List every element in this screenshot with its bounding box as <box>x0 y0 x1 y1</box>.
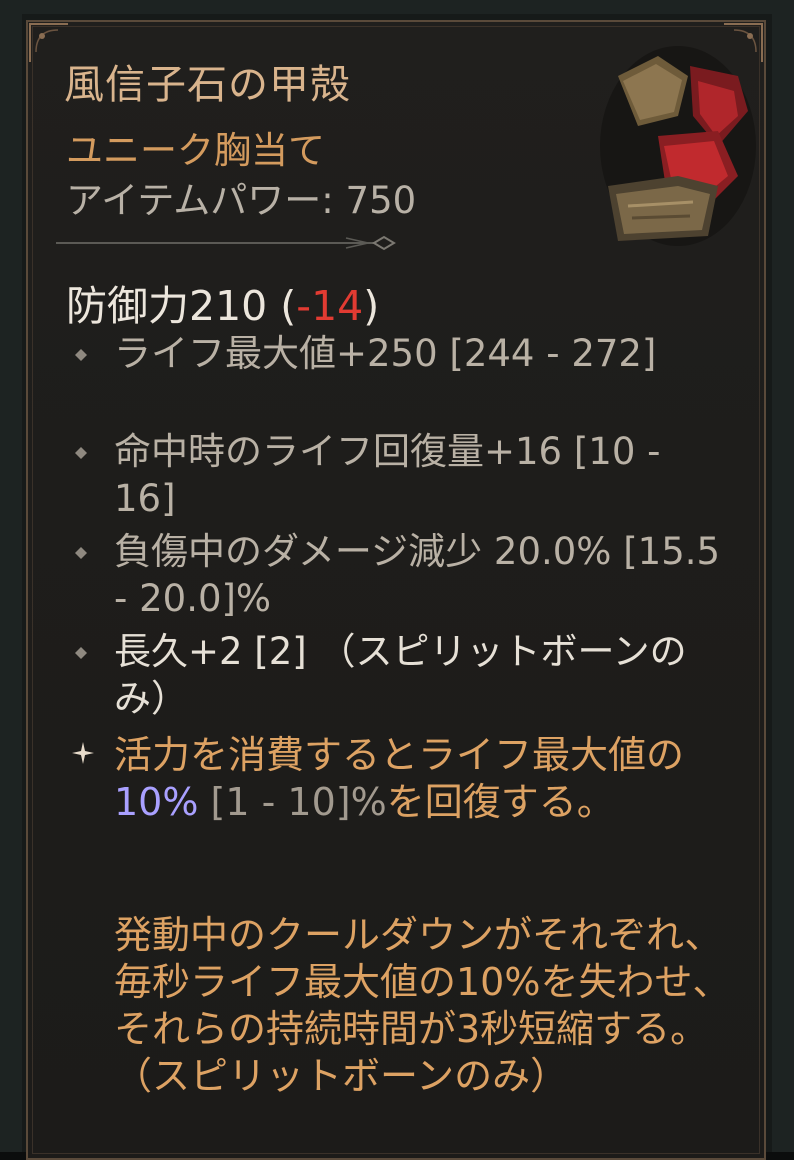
diamond-bullet-icon <box>75 349 87 361</box>
unique-flavor-text: 発動中のクールダウンがそれぞれ、毎秒ライフ最大値の10%を失わせ、それらの持続時… <box>114 913 731 1098</box>
unique-value: 10% <box>114 780 199 824</box>
defense-paren-open: ( <box>267 282 297 330</box>
unique-star-icon <box>72 742 94 764</box>
defense-diff: -14 <box>296 282 364 330</box>
unique-range: [1 - 10]% <box>198 780 387 824</box>
diamond-bullet-icon <box>75 547 87 559</box>
defense-paren-close: ) <box>363 282 380 330</box>
unique-prefix: 活力を消費するとライフ最大値の <box>114 733 685 777</box>
unique-power-text: 活力を消費するとライフ最大値の10% [1 - 10]%を回復する。 <box>114 732 734 826</box>
affix-life-max: ライフ最大値+250 [244 - 272] <box>114 332 657 375</box>
affix-life-on-hit: 命中時のライフ回復量+16 [10 - 16] <box>114 430 661 520</box>
item-power: アイテムパワー: 750 <box>66 179 417 222</box>
defense-stat: 防御力210 (-14) <box>66 272 379 332</box>
affix-resolve: 長久+2 [2] （スピリットボーンのみ） <box>114 628 724 722</box>
affix-resolve-text: 長久+2 [2] （スピリットボーンのみ） <box>114 630 687 720</box>
defense-value: 防御力210 <box>66 282 268 330</box>
diamond-bullet-icon <box>75 647 87 659</box>
diamond-bullet-icon <box>75 447 87 459</box>
divider-ornament <box>56 235 396 251</box>
unique-suffix: を回復する。 <box>386 780 615 824</box>
chest-armor-icon <box>600 46 756 246</box>
affix-damage-reduction: 負傷中のダメージ減少 20.0% [15.5 - 20.0]% <box>114 530 721 620</box>
item-type: ユニーク胸当て <box>66 129 325 172</box>
item-name: 風信子石の甲殻 <box>64 62 351 108</box>
